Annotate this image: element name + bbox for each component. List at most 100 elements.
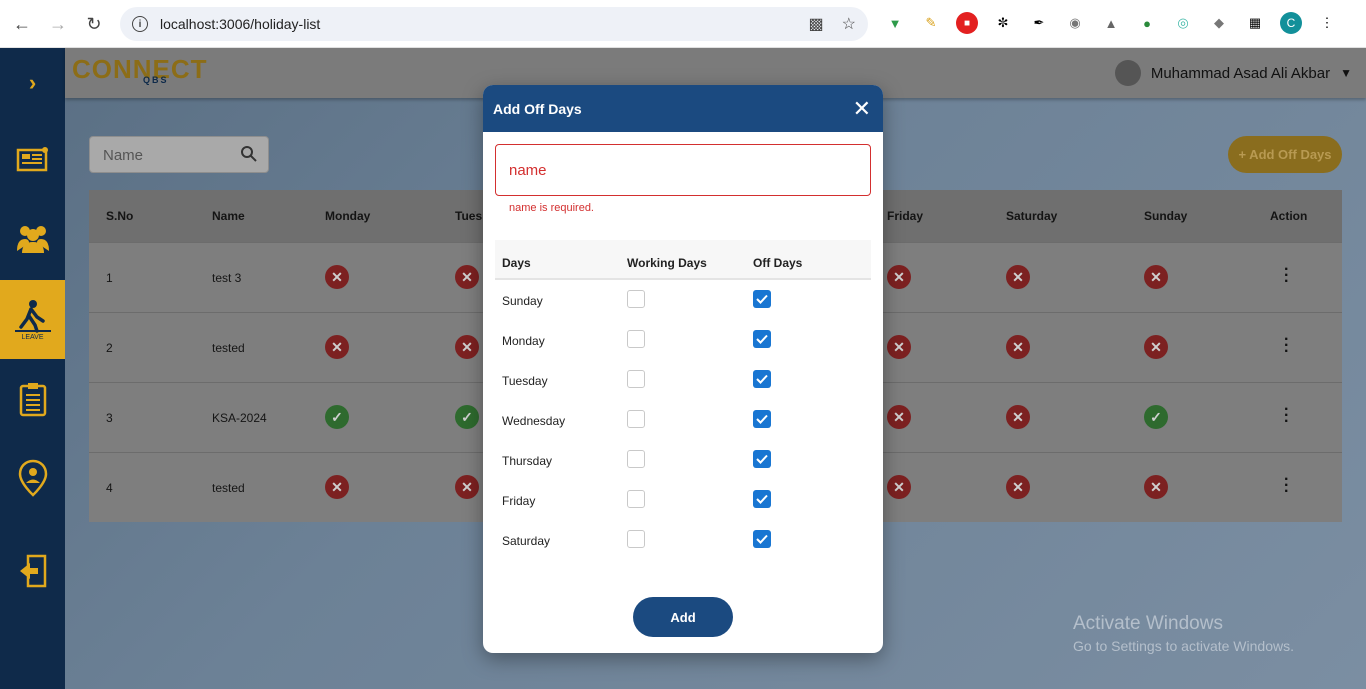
working-day-checkbox[interactable] [627, 530, 645, 548]
modal-header: Add Off Days ✕ [483, 85, 883, 132]
add-off-days-modal: Add Off Days ✕ name name is required. Da… [483, 85, 883, 653]
people-icon [16, 226, 49, 253]
off-day-checkbox[interactable] [753, 410, 771, 428]
address-bar[interactable]: i localhost:3006/holiday-list ▩ ☆ [120, 7, 868, 41]
reload-button[interactable]: ↻ [76, 6, 112, 42]
cancel-circle-icon: ✕ [1006, 475, 1030, 499]
off-day-checkbox[interactable] [753, 490, 771, 508]
off-day-checkbox[interactable] [753, 530, 771, 548]
day-row: Saturday [495, 520, 871, 560]
working-day-checkbox[interactable] [627, 290, 645, 308]
working-day-checkbox[interactable] [627, 410, 645, 428]
cell-sno: 3 [106, 411, 113, 425]
th-days: Days [502, 256, 531, 270]
day-label: Saturday [502, 534, 551, 548]
name-input[interactable]: name [495, 144, 871, 196]
day-label: Friday [502, 494, 536, 508]
site-info-icon[interactable]: i [132, 16, 148, 32]
off-day-checkbox[interactable] [753, 370, 771, 388]
bookmark-star-icon[interactable]: ☆ [842, 14, 856, 34]
check-circle-icon: ✓ [455, 405, 479, 429]
stop-extension-icon[interactable]: ■ [956, 12, 978, 34]
cancel-circle-icon: ✕ [887, 475, 911, 499]
cancel-circle-icon: ✕ [455, 265, 479, 289]
sidebar-item-logout[interactable] [0, 536, 65, 606]
cancel-circle-icon: ✕ [1144, 335, 1168, 359]
off-day-checkbox[interactable] [753, 290, 771, 308]
day-label: Wednesday [502, 414, 566, 428]
day-label: Sunday [502, 294, 543, 308]
sidebar-item-employees[interactable] [0, 203, 65, 273]
cell-name: tested [212, 341, 245, 355]
row-actions-kebab-icon[interactable]: · · · [1284, 402, 1289, 430]
search-icon [241, 146, 257, 162]
cancel-circle-icon: ✕ [1006, 335, 1030, 359]
name-error-text: name is required. [509, 202, 594, 214]
cancel-circle-icon: ✕ [1144, 475, 1168, 499]
bug-extension-icon[interactable]: ✼ [992, 12, 1014, 34]
th-off-days: Off Days [753, 256, 803, 270]
day-label: Monday [502, 334, 545, 348]
sidebar-item-dashboard[interactable] [0, 125, 65, 195]
th-name: Name [212, 209, 245, 223]
walking-person-icon [14, 299, 51, 333]
sidebar-leave-label: LEAVE [21, 333, 44, 341]
off-day-checkbox[interactable] [753, 450, 771, 468]
th-saturday: Saturday [1006, 209, 1058, 223]
cleaner-extension-icon[interactable]: ▲ [1100, 12, 1122, 34]
working-day-checkbox[interactable] [627, 450, 645, 468]
check-circle-icon: ✓ [325, 405, 349, 429]
color-extension-icon[interactable]: ◎ [1172, 12, 1194, 34]
day-row: Monday [495, 320, 871, 360]
name-placeholder: name [509, 162, 547, 179]
notes-extension-icon[interactable]: ✎ [920, 12, 942, 34]
camera-extension-icon[interactable]: ◉ [1064, 12, 1086, 34]
dashboard-icon [16, 147, 48, 172]
shield-extension-icon[interactable]: ▼ [884, 12, 906, 34]
working-day-checkbox[interactable] [627, 490, 645, 508]
add-off-days-button[interactable]: + Add Off Days [1228, 136, 1342, 173]
windows-watermark-title: Activate Windows [1073, 613, 1223, 634]
back-button[interactable]: ← [4, 6, 40, 42]
th-friday: Friday [887, 209, 924, 223]
add-button[interactable]: Add [633, 597, 733, 637]
security-extension-icon[interactable]: ◆ [1208, 12, 1230, 34]
install-app-icon[interactable]: ▩ [809, 14, 824, 34]
cancel-circle-icon: ✕ [455, 475, 479, 499]
check-circle-icon: ✓ [1144, 405, 1168, 429]
row-actions-kebab-icon[interactable]: · · · [1284, 472, 1289, 500]
cell-name: KSA-2024 [212, 411, 267, 425]
sidebar-item-reports[interactable] [0, 364, 65, 434]
extensions-puzzle-icon[interactable]: ▦ [1244, 12, 1266, 34]
close-icon[interactable]: ✕ [853, 97, 871, 120]
sidebar: › LEAVE [0, 48, 65, 689]
sidebar-toggle[interactable]: › [0, 48, 65, 118]
day-label: Thursday [502, 454, 553, 468]
cancel-circle-icon: ✕ [325, 475, 349, 499]
chevron-right-icon: › [28, 70, 37, 95]
th-tuesday: Tues [455, 209, 483, 223]
modal-title: Add Off Days [493, 100, 582, 117]
sidebar-item-location[interactable] [0, 444, 65, 514]
sidebar-item-leave[interactable]: LEAVE [0, 280, 65, 359]
app-logo-sub: QBS [143, 75, 169, 85]
globe-extension-icon[interactable]: ● [1136, 12, 1158, 34]
cancel-circle-icon: ✕ [887, 335, 911, 359]
menu-kebab-icon[interactable]: ⋮ [1316, 12, 1338, 34]
cancel-circle-icon: ✕ [455, 335, 479, 359]
app-logo: CONNECT [72, 54, 208, 84]
off-day-checkbox[interactable] [753, 330, 771, 348]
profile-avatar[interactable]: C [1280, 12, 1302, 34]
search-input[interactable]: Name [89, 136, 269, 173]
cancel-circle-icon: ✕ [887, 405, 911, 429]
eyedropper-extension-icon[interactable]: ✒ [1028, 12, 1050, 34]
forward-button[interactable]: → [40, 6, 76, 42]
working-day-checkbox[interactable] [627, 330, 645, 348]
user-menu[interactable]: Muhammad Asad Ali Akbar ▼ [1114, 60, 1352, 86]
user-avatar-icon [1114, 60, 1141, 86]
th-action: Action [1270, 209, 1308, 223]
row-actions-kebab-icon[interactable]: · · · [1284, 332, 1289, 360]
row-actions-kebab-icon[interactable]: · · · [1284, 262, 1289, 290]
location-pin-icon [18, 459, 47, 497]
working-day-checkbox[interactable] [627, 370, 645, 388]
